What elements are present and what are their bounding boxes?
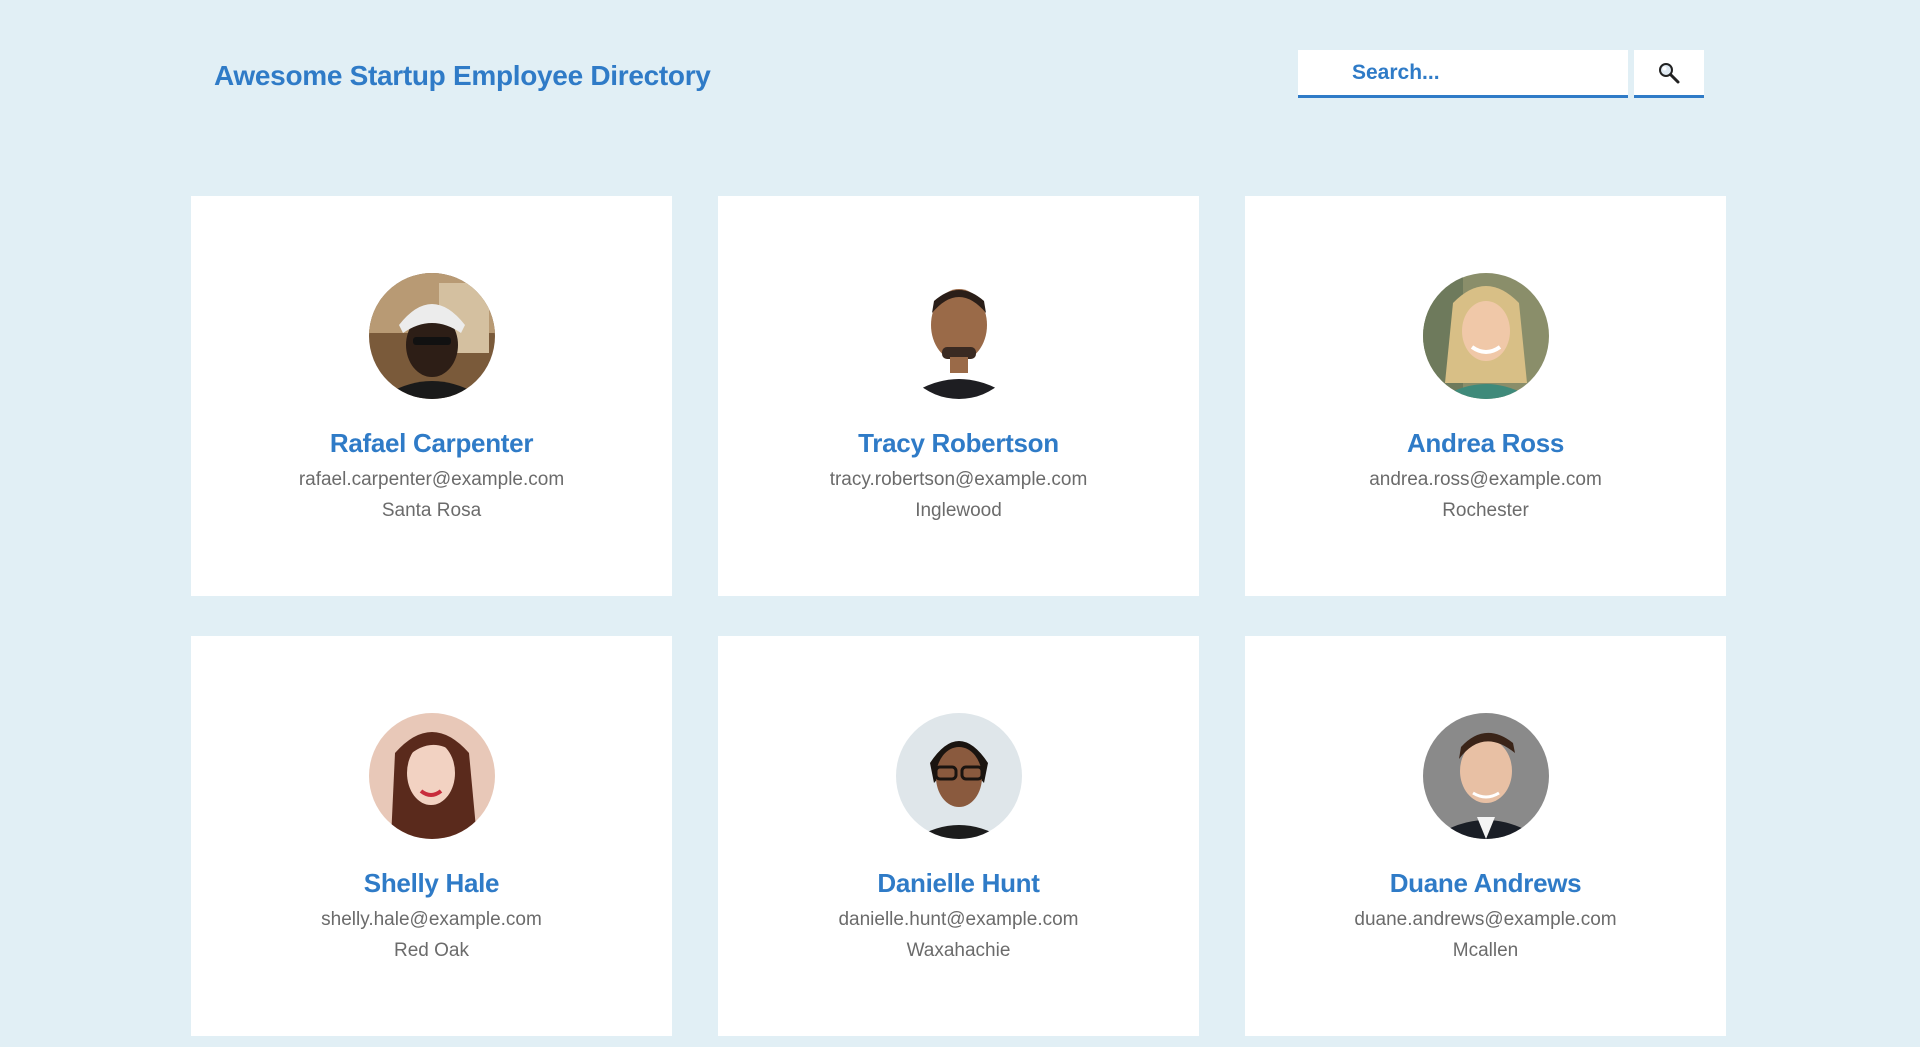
search-button[interactable] [1634, 50, 1704, 98]
employee-photo-icon [368, 273, 495, 399]
employee-email: tracy.robertson@example.com [829, 469, 1088, 490]
employee-city: Mcallen [1452, 940, 1519, 961]
employee-photo-icon [1422, 713, 1549, 839]
employee-card[interactable]: Danielle Hunt danielle.hunt@example.com … [718, 636, 1199, 1036]
employee-card[interactable]: Duane Andrews duane.andrews@example.com … [1245, 636, 1726, 1036]
employee-photo-icon [368, 713, 495, 839]
employee-name: Shelly Hale [363, 868, 500, 898]
employee-city: Red Oak [394, 940, 469, 961]
employee-card[interactable]: Tracy Robertson tracy.robertson@example.… [718, 196, 1199, 596]
employee-name: Rafael Carpenter [329, 428, 534, 458]
employee-card[interactable]: Shelly Hale shelly.hale@example.com Red … [191, 636, 672, 1036]
employee-name: Danielle Hunt [877, 868, 1040, 898]
page-header: Awesome Startup Employee Directory [0, 0, 1920, 160]
employee-name: Tracy Robertson [858, 428, 1059, 458]
employee-card[interactable]: Andrea Ross andrea.ross@example.com Roch… [1245, 196, 1726, 596]
employee-name: Andrea Ross [1406, 428, 1565, 458]
magnifier-icon [1659, 62, 1680, 83]
employee-city: Inglewood [915, 500, 1002, 521]
employee-city: Rochester [1442, 500, 1529, 521]
employee-card[interactable]: Rafael Carpenter rafael.carpenter@exampl… [191, 196, 672, 596]
employee-city: Santa Rosa [381, 500, 482, 521]
employee-city: Waxahachie [906, 940, 1011, 961]
employee-name: Duane Andrews [1389, 868, 1582, 898]
page-title: Awesome Startup Employee Directory [214, 60, 711, 91]
employee-email: rafael.carpenter@example.com [298, 469, 565, 490]
employee-email: danielle.hunt@example.com [838, 909, 1079, 930]
employee-gallery: Rafael Carpenter rafael.carpenter@exampl… [191, 196, 1727, 1036]
employee-photo-icon [895, 713, 1022, 839]
search-input[interactable] [1298, 50, 1628, 98]
employee-email: shelly.hale@example.com [321, 909, 542, 930]
employee-photo-icon [1422, 273, 1549, 399]
employee-photo-icon [895, 273, 1022, 399]
employee-email: andrea.ross@example.com [1369, 469, 1602, 490]
employee-email: duane.andrews@example.com [1354, 909, 1617, 930]
